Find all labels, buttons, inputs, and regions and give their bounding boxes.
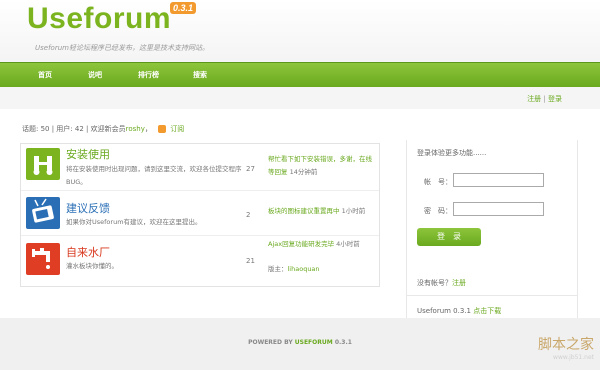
nav-item-home[interactable]: 首页 — [38, 70, 52, 80]
powered-by: POWERED BY USEFORUM 0.3.1 — [0, 339, 600, 346]
register-link[interactable]: 注册 — [527, 95, 541, 103]
rss-icon[interactable] — [158, 125, 167, 133]
tv-icon[interactable] — [26, 197, 60, 229]
no-account-text: 没有帐号？注册 — [417, 278, 466, 288]
account-label: 帐 号： — [424, 178, 452, 186]
register-link[interactable]: 注册 — [452, 279, 466, 287]
stats-comma: ， — [144, 125, 152, 133]
nav-item-search[interactable]: 搜索 — [193, 70, 207, 80]
login-panel: 登录体验更多功能...... 帐 号： 密 码： 登 录 没有帐号？注册 Use… — [406, 140, 578, 318]
login-hint: 登录体验更多功能...... — [417, 149, 487, 157]
forum-row[interactable]: 自来水厂 灌水板块你懂的。 21 Ajax回复功能研发完毕 4小时前 版主：li… — [21, 236, 379, 286]
last-post: 帮忙看下如下安装错误，多谢，在线等回复 14分钟前 — [268, 153, 376, 179]
version-badge: 0.3.1 — [170, 2, 197, 14]
nav-item-talk[interactable]: 说吧 — [88, 70, 102, 80]
forum-title[interactable]: 安装使用 — [66, 146, 110, 162]
moderator-label: 版主： — [268, 265, 288, 273]
footer-brand[interactable]: USEFORUM — [295, 339, 333, 346]
forum-row[interactable]: 建议反馈 如果你对Useforum有建议，欢迎在这里提出。 2 板块的图标建议重… — [21, 191, 379, 236]
login-link[interactable]: 登录 — [548, 95, 562, 103]
main-nav: 首页 说吧 排行榜 搜索 — [0, 62, 600, 88]
forum-description: 灌水板块你懂的。 — [66, 262, 118, 270]
forum-description: 如果你对Useforum有建议，欢迎在这里提出。 — [66, 218, 202, 226]
forum-title[interactable]: 建议反馈 — [66, 200, 110, 216]
footer-version: 0.3.1 — [332, 339, 352, 346]
moderator-link[interactable]: lihaoquan — [288, 265, 320, 273]
forum-row[interactable]: 安装使用 将在安装使用时出现问题，请到这里交流，欢迎各位提交程序BUG。 27 … — [21, 144, 379, 191]
last-post-time: 1小时前 — [341, 207, 366, 215]
topic-count: 21 — [246, 257, 255, 265]
download-link[interactable]: 点击下载 — [473, 307, 501, 315]
watermark: 脚本之家 www.jb51.net — [538, 334, 594, 361]
last-post-link[interactable]: 帮忙看下如下安装错误，多谢，在线等回复 — [268, 155, 372, 176]
last-post-link[interactable]: 板块的图标建议重置再中 — [268, 207, 340, 215]
forum-title[interactable]: 自来水厂 — [66, 244, 110, 260]
last-post: 板块的图标建议重置再中 1小时前 — [268, 205, 376, 218]
powered-label: POWERED BY — [248, 339, 295, 346]
hands-icon[interactable] — [26, 148, 60, 180]
last-post-time: 4小时前 — [336, 240, 360, 248]
password-input[interactable] — [453, 202, 544, 216]
topic-count: 27 — [246, 165, 255, 173]
site-logo[interactable]: Useforum — [27, 2, 171, 36]
last-post: Ajax回复功能研发完毕 4小时前 版主：lihaoquan — [268, 238, 376, 276]
new-member-link[interactable]: roshy — [126, 125, 145, 133]
divider — [407, 295, 577, 296]
version-text: Useforum 0.3.1 — [417, 307, 474, 315]
no-account-label: 没有帐号？ — [417, 279, 452, 287]
separator: | — [543, 95, 546, 103]
site-slogan: Useforum轻论坛程序已经发布，这里是技术支持网站。 — [35, 44, 209, 52]
footer: POWERED BY USEFORUM 0.3.1 — [0, 318, 600, 370]
user-bar: 注册 | 登录 — [0, 87, 600, 109]
last-post-link[interactable]: Ajax回复功能研发完毕 — [268, 240, 334, 248]
password-label: 密 码： — [424, 207, 452, 215]
login-button[interactable]: 登 录 — [417, 228, 481, 246]
faucet-icon[interactable] — [26, 243, 60, 275]
nav-item-ranking[interactable]: 排行榜 — [138, 70, 159, 80]
topic-count: 2 — [246, 211, 251, 219]
header: Useforum 0.3.1 Useforum轻论坛程序已经发布，这里是技术支持… — [0, 0, 600, 62]
subscribe-link[interactable]: 订阅 — [170, 125, 184, 133]
last-post-time: 14分钟前 — [289, 168, 318, 176]
forum-stats: 话题: 50 | 用户: 42 | 欢迎新会员roshy， 订阅 — [22, 124, 184, 134]
stats-text: 话题: 50 | 用户: 42 | 欢迎新会员 — [22, 125, 126, 133]
forum-list: 安装使用 将在安装使用时出现问题，请到这里交流，欢迎各位提交程序BUG。 27 … — [20, 143, 380, 287]
version-info: Useforum 0.3.1 点击下载 — [417, 306, 501, 316]
watermark-url: www.jb51.net — [553, 354, 594, 361]
account-input[interactable] — [453, 173, 544, 187]
forum-description: 将在安装使用时出现问题，请到这里交流，欢迎各位提交程序BUG。 — [66, 165, 242, 186]
watermark-title: 脚本之家 — [538, 337, 594, 353]
